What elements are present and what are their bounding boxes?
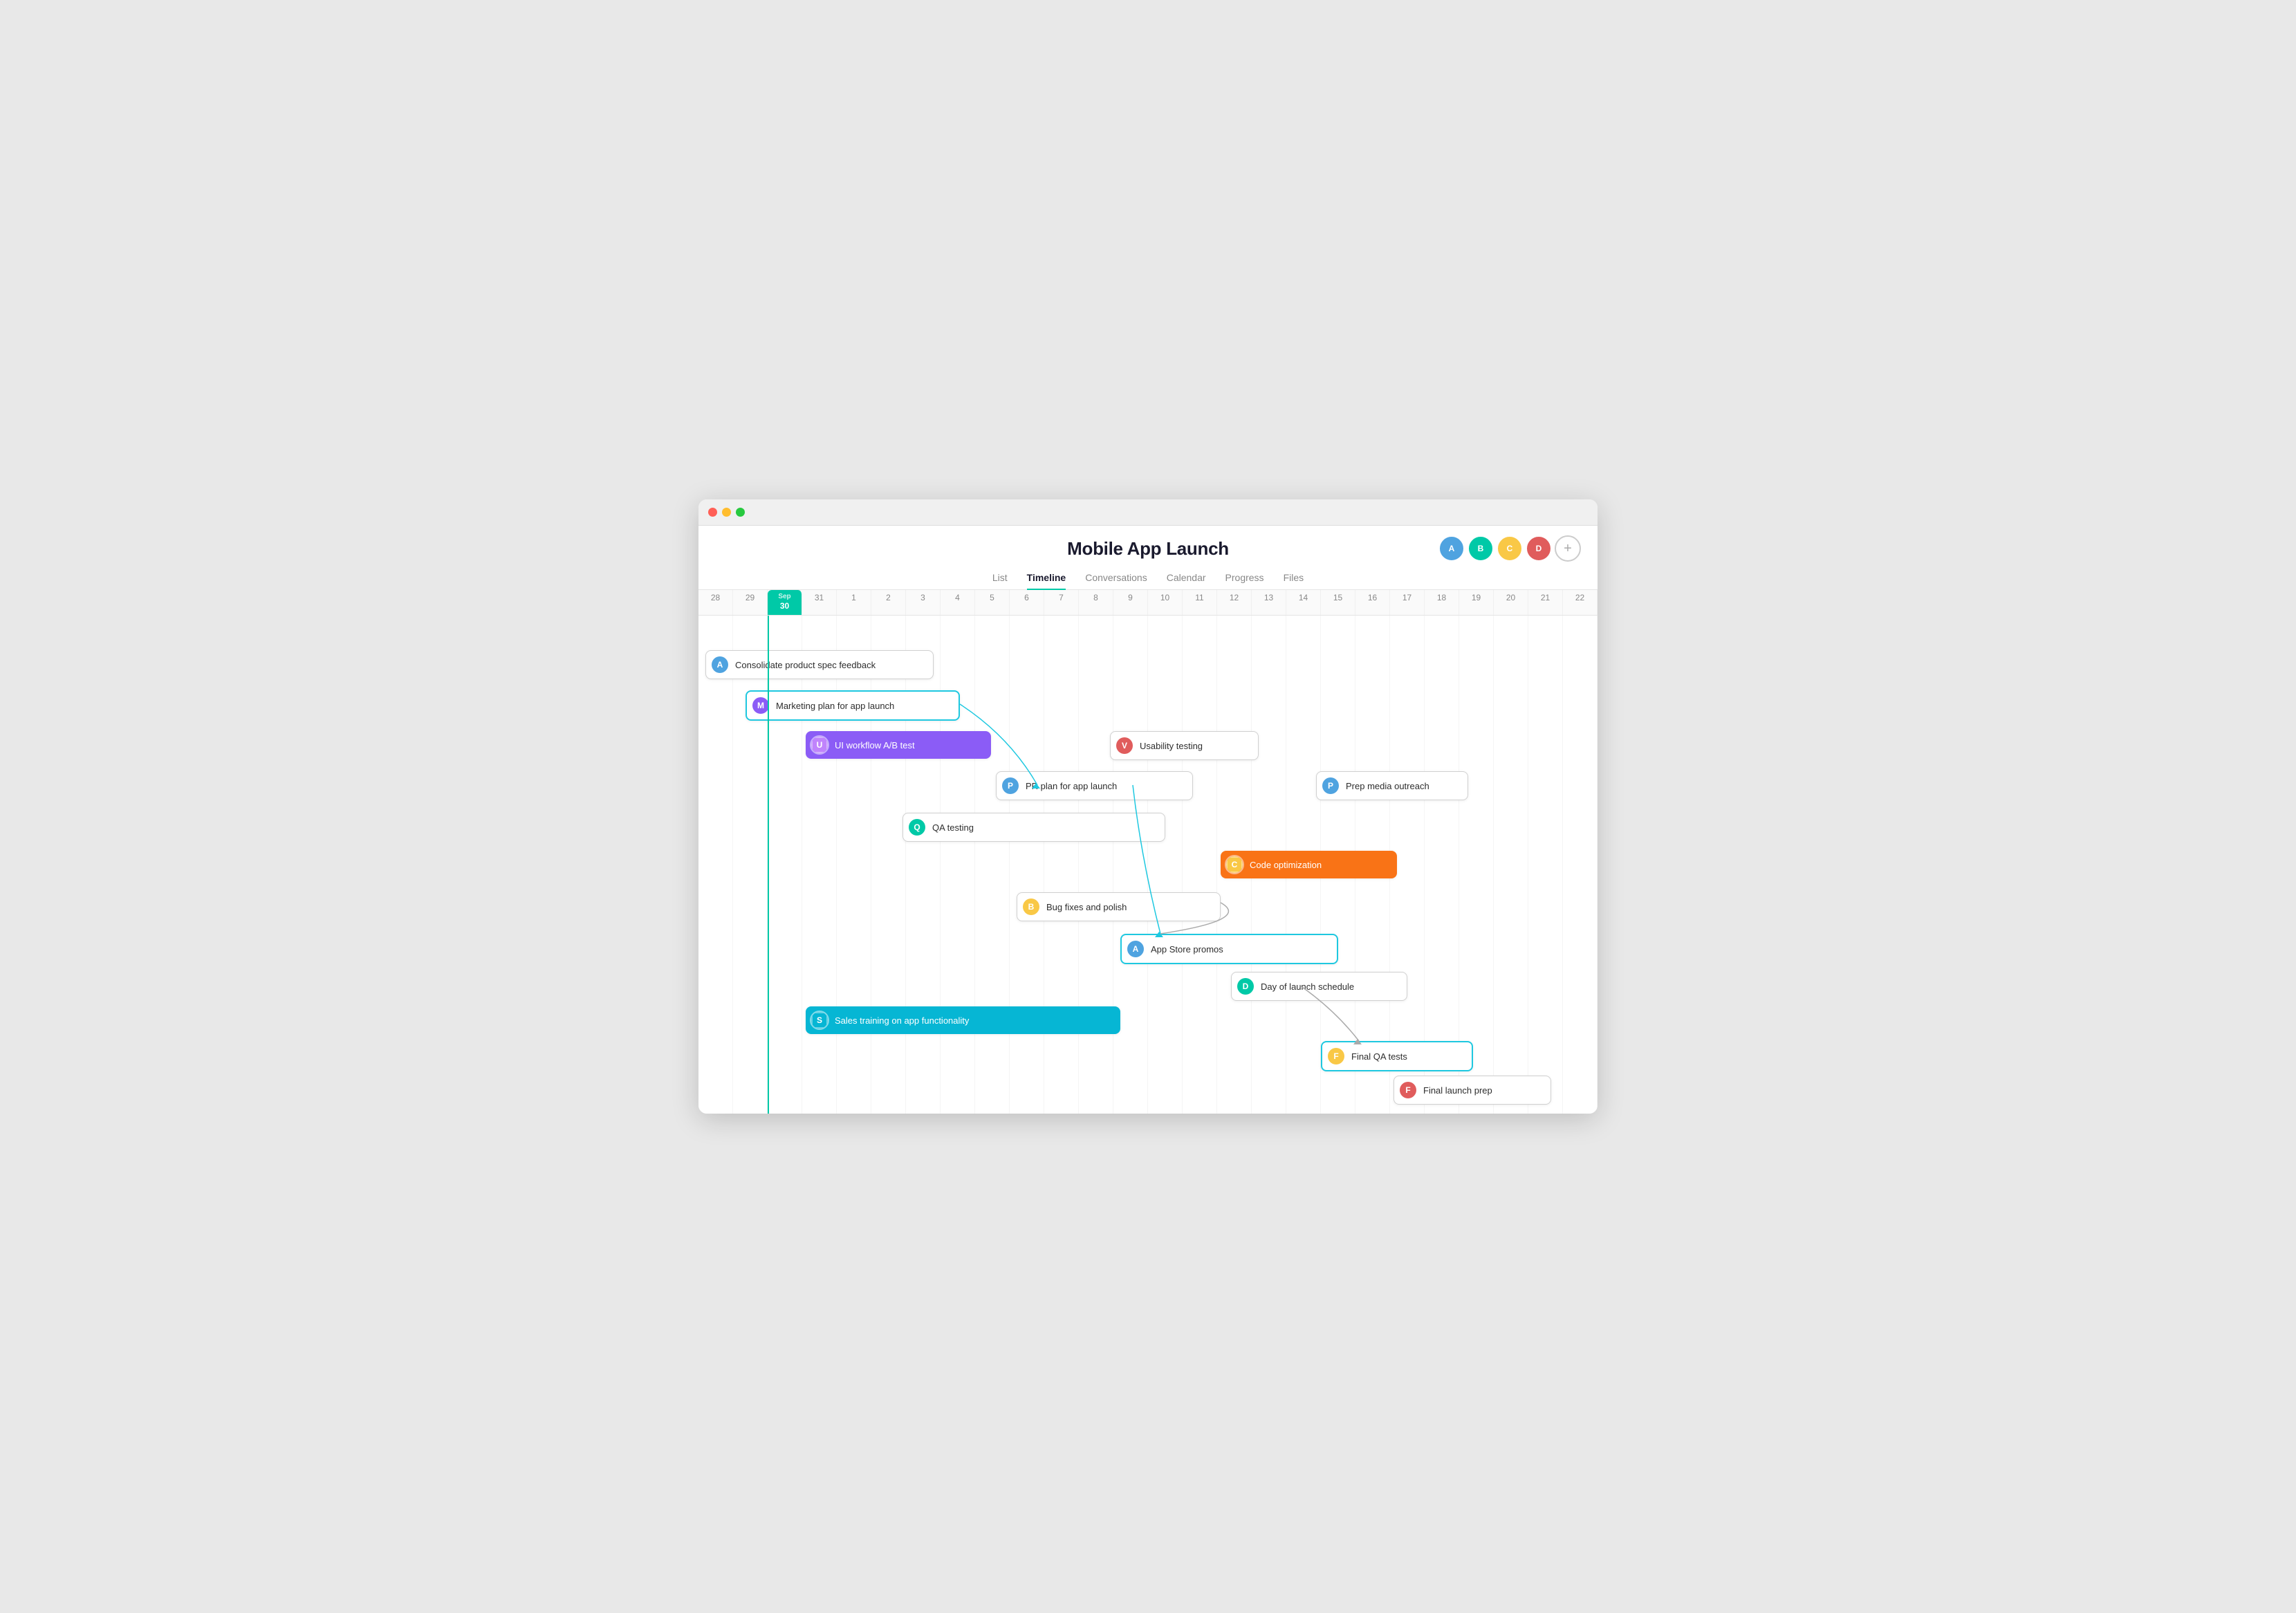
date-sep14: 14 <box>1286 590 1321 615</box>
timeline-header: 28 29 Sep 30 31 1 2 3 4 5 6 7 8 9 10 11 … <box>698 590 1598 616</box>
avatar-t13: F <box>1326 1047 1346 1066</box>
date-sep13: 13 <box>1252 590 1286 615</box>
tab-conversations[interactable]: Conversations <box>1085 566 1147 590</box>
date-sep11: 11 <box>1183 590 1217 615</box>
avatar-t4: V <box>1115 736 1134 755</box>
task-label-usability: Usability testing <box>1140 741 1203 751</box>
tab-list[interactable]: List <box>992 566 1008 590</box>
date-sep6: 6 <box>1010 590 1044 615</box>
date-29: 29 <box>733 590 768 615</box>
task-usability[interactable]: V Usability testing <box>1110 731 1259 760</box>
timeline-area: 28 29 Sep 30 31 1 2 3 4 5 6 7 8 9 10 11 … <box>698 590 1598 1114</box>
avatar-3[interactable]: C <box>1497 535 1523 562</box>
task-qa[interactable]: Q QA testing <box>902 813 1165 842</box>
gantt-body: A Consolidate product spec feedback M Ma… <box>698 616 1598 1114</box>
avatar-t11: D <box>1236 977 1255 996</box>
today-line <box>768 616 769 1114</box>
date-sep20: 20 <box>1494 590 1528 615</box>
task-ui-ab[interactable]: U UI workflow A/B test <box>806 731 991 759</box>
task-appstore[interactable]: A App Store promos <box>1120 934 1338 964</box>
avatar-t14: F <box>1398 1080 1418 1100</box>
task-label-final-qa: Final QA tests <box>1351 1051 1407 1062</box>
minimize-button[interactable] <box>722 508 731 517</box>
task-final-launch[interactable]: F Final launch prep <box>1394 1076 1551 1105</box>
task-code-opt[interactable]: C Code optimization <box>1221 851 1397 878</box>
date-sep4: 4 <box>941 590 975 615</box>
avatar-group: A B C D + <box>1438 535 1581 562</box>
date-28: 28 <box>698 590 733 615</box>
avatar-4[interactable]: D <box>1526 535 1552 562</box>
add-member-button[interactable]: + <box>1555 535 1581 562</box>
task-label-code-opt: Code optimization <box>1250 860 1322 870</box>
avatar-t3: U <box>810 735 829 755</box>
date-sep7: 7 <box>1044 590 1079 615</box>
app-window: Mobile App Launch A B C D + List Timelin… <box>698 499 1598 1114</box>
date-sep8: 8 <box>1079 590 1113 615</box>
avatar-t6: P <box>1321 776 1340 795</box>
maximize-button[interactable] <box>736 508 745 517</box>
date-sep2: 2 <box>871 590 906 615</box>
task-label-consolidate: Consolidate product spec feedback <box>735 660 876 670</box>
tab-calendar[interactable]: Calendar <box>1167 566 1206 590</box>
avatar-1[interactable]: A <box>1438 535 1465 562</box>
tab-timeline[interactable]: Timeline <box>1027 566 1066 590</box>
task-pr[interactable]: P PR plan for app launch <box>996 771 1193 800</box>
task-media[interactable]: P Prep media outreach <box>1316 771 1468 800</box>
date-sep15: 15 <box>1321 590 1355 615</box>
avatar-t9: B <box>1021 897 1041 916</box>
date-sep12: 12 <box>1217 590 1252 615</box>
task-label-final-launch: Final launch prep <box>1423 1085 1492 1096</box>
date-30: Sep 30 <box>768 590 802 615</box>
close-button[interactable] <box>708 508 717 517</box>
task-label-ui-ab: UI workflow A/B test <box>835 740 915 750</box>
task-label-sales: Sales training on app functionality <box>835 1015 969 1026</box>
avatar-2[interactable]: B <box>1468 535 1494 562</box>
task-label-pr: PR plan for app launch <box>1026 781 1117 791</box>
avatar-t12: S <box>810 1011 829 1030</box>
date-sep17: 17 <box>1390 590 1425 615</box>
tab-files[interactable]: Files <box>1284 566 1304 590</box>
date-sep16: 16 <box>1355 590 1390 615</box>
task-label-appstore: App Store promos <box>1151 944 1223 955</box>
task-final-qa[interactable]: F Final QA tests <box>1321 1041 1473 1071</box>
task-marketing[interactable]: M Marketing plan for app launch <box>746 690 960 721</box>
date-sep10: 10 <box>1148 590 1183 615</box>
avatar-t5: P <box>1001 776 1020 795</box>
traffic-lights <box>708 508 745 517</box>
task-label-media: Prep media outreach <box>1346 781 1429 791</box>
date-sep22: 22 <box>1563 590 1598 615</box>
task-consolidate[interactable]: A Consolidate product spec feedback <box>705 650 934 679</box>
avatar-t10: A <box>1126 939 1145 959</box>
date-sep19: 19 <box>1459 590 1494 615</box>
task-label-bugfix: Bug fixes and polish <box>1046 902 1127 912</box>
header: Mobile App Launch A B C D + List Timelin… <box>698 526 1598 590</box>
task-label-marketing: Marketing plan for app launch <box>776 701 894 711</box>
avatar-t7: Q <box>907 818 927 837</box>
date-sep21: 21 <box>1528 590 1563 615</box>
avatar-t1: A <box>710 655 730 674</box>
date-sep18: 18 <box>1425 590 1459 615</box>
date-sep1: 1 <box>837 590 871 615</box>
date-sep5: 5 <box>975 590 1010 615</box>
tab-progress[interactable]: Progress <box>1225 566 1264 590</box>
titlebar <box>698 499 1598 526</box>
date-sep3: 3 <box>906 590 941 615</box>
task-bugfix[interactable]: B Bug fixes and polish <box>1017 892 1221 921</box>
date-31: 31 <box>802 590 837 615</box>
task-sales[interactable]: S Sales training on app functionality <box>806 1006 1120 1034</box>
task-day-launch[interactable]: D Day of launch schedule <box>1231 972 1407 1001</box>
avatar-t8: C <box>1225 855 1244 874</box>
nav-tabs: List Timeline Conversations Calendar Pro… <box>698 566 1598 590</box>
task-label-day-launch: Day of launch schedule <box>1261 981 1354 992</box>
task-label-qa: QA testing <box>932 822 974 833</box>
date-sep9: 9 <box>1113 590 1148 615</box>
